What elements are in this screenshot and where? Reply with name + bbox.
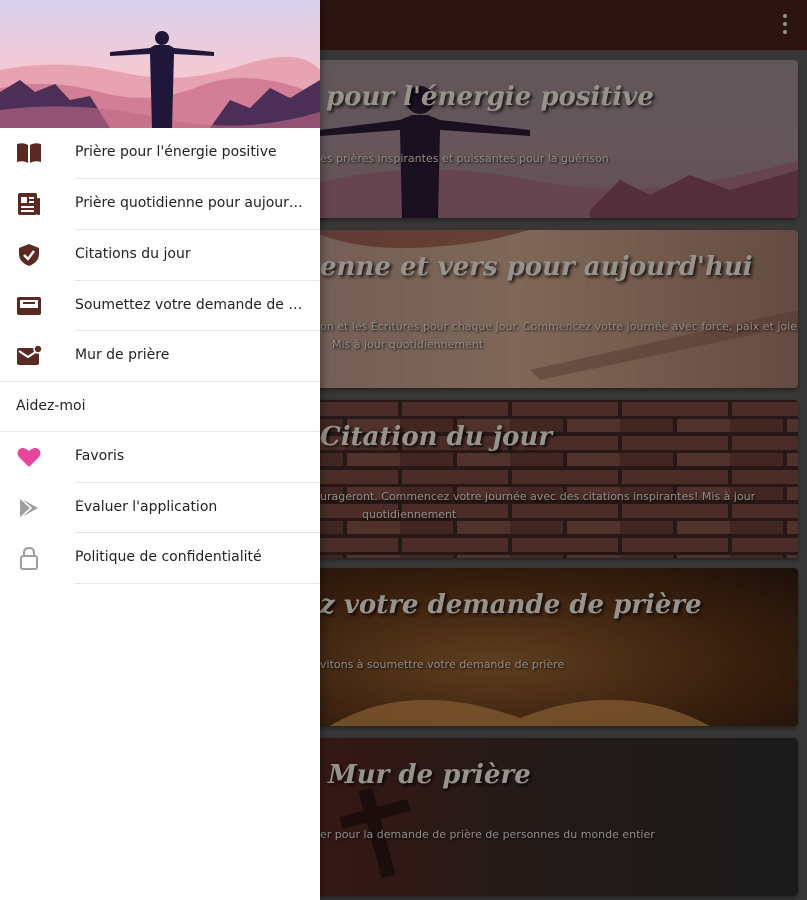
drawer-item-prayer-wall[interactable]: Mur de prière [0,331,320,381]
drawer-item-label: Politique de confidentialité [75,549,262,565]
book-icon [17,143,41,163]
drawer-item-submit-request[interactable]: Soumettez votre demande de prière [0,281,320,331]
drawer-header-image [0,0,320,128]
divider [75,583,320,584]
drawer-item-favorites[interactable]: Favoris [0,432,320,482]
drawer-item-label: Citations du jour [75,246,191,262]
drawer-item-label: Prière quotidienne pour aujourd'hui [75,195,307,211]
drawer-item-label: Mur de prière [75,347,170,363]
section-header: Aidez-moi [16,398,86,414]
newspaper-icon [18,193,40,215]
drawer-item-label: Soumettez votre demande de prière [75,297,307,313]
heart-icon [17,448,41,467]
play-store-icon [19,497,38,519]
drawer-item-daily-prayer[interactable]: Prière quotidienne pour aujourd'hui [0,179,320,229]
inbox-icon [17,297,41,315]
drawer-item-quotes[interactable]: Citations du jour [0,230,320,280]
shield-check-icon [19,244,39,266]
navigation-drawer: Prière pour l'énergie positive Prière qu… [0,0,320,900]
drawer-item-label: Évaluer l'application [75,499,218,515]
drawer-item-rate-app[interactable]: Évaluer l'application [0,483,320,533]
lock-icon [20,546,38,570]
drawer-item-privacy-policy[interactable]: Politique de confidentialité [0,533,320,583]
mail-icon [17,344,42,365]
drawer-item-positive-energy[interactable]: Prière pour l'énergie positive [0,128,320,178]
drawer-item-label: Prière pour l'énergie positive [75,144,277,160]
drawer-item-label: Favoris [75,448,125,464]
section-divider [0,381,320,382]
